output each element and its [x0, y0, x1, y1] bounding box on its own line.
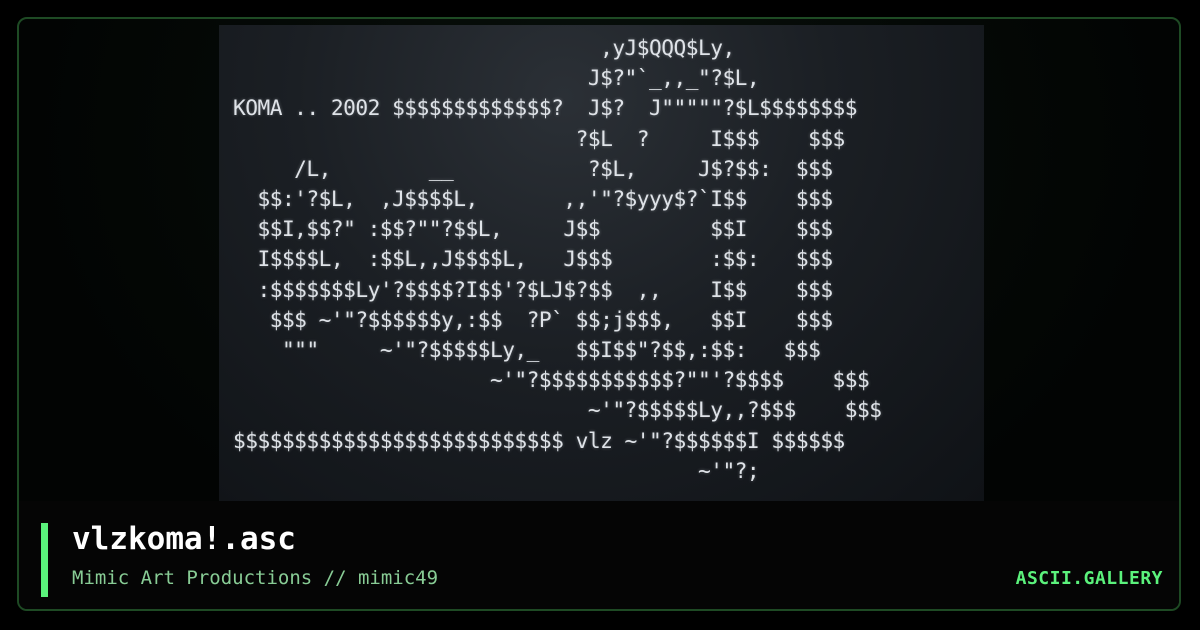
ascii-line: ,yJ$QQQ$Ly, [233, 35, 735, 60]
artwork-title: vlzkoma!.asc [72, 521, 296, 557]
ascii-line: $$I,$$?" :$$?""?$$L, J$$ $$I $$$ [233, 216, 833, 242]
ascii-line: ?$L ? I$$$ $$$ [233, 125, 846, 151]
ascii-line: J$?"`_,,_"?$L, [233, 65, 760, 91]
info-footer: vlzkoma!.asc Mimic Art Productions // mi… [19, 501, 1179, 609]
accent-bar [41, 523, 48, 597]
artwork-credits: Mimic Art Productions // mimic49 [72, 567, 439, 589]
ascii-line: :$$$$$$$Ly'?$$$$?I$$'?$LJ$?$$ ,, I$$ $$$ [233, 276, 833, 302]
ascii-art: ,yJ$QQQ$Ly, J$?"`_,,_"?$L, KOMA .. 2002 … [233, 33, 882, 486]
site-brand[interactable]: ASCII.GALLERY [1016, 568, 1163, 589]
ascii-line: ~'"?$$$$$Ly,,?$$$ $$$ [233, 397, 882, 423]
ascii-line: $$$$$$$$$$$$$$$$$$$$$$$$$$$ vlz ~'"?$$$$… [233, 427, 845, 453]
ascii-line: KOMA .. 2002 $$$$$$$$$$$$$? J$? J"""""?$… [233, 95, 858, 121]
ascii-line: $$:'?$L, ,J$$$$L, ,,'"?$yyy$?`I$$ $$$ [233, 186, 833, 212]
ascii-art-panel: ,yJ$QQQ$Ly, J$?"`_,,_"?$L, KOMA .. 2002 … [219, 25, 984, 503]
ascii-line: ~'"?$$$$$$$$$$$?""'?$$$$ $$$ [233, 367, 870, 393]
ascii-line: I$$$$L, :$$L,,J$$$$L, J$$$ :$$: $$$ [233, 246, 833, 272]
ascii-line: /L, __ ?$L, J$?$$: $$$ [233, 155, 833, 181]
ascii-line: $$$ ~'"?$$$$$$y,:$$ ?P` $$;j$$$, $$I $$$ [233, 306, 833, 332]
ascii-line: ~'"?; [233, 457, 760, 483]
preview-card: ,yJ$QQQ$Ly, J$?"`_,,_"?$L, KOMA .. 2002 … [17, 17, 1181, 611]
ascii-line: """ ~'"?$$$$$Ly,_ $$I$$"?$$,:$$: $$$ [233, 337, 821, 363]
